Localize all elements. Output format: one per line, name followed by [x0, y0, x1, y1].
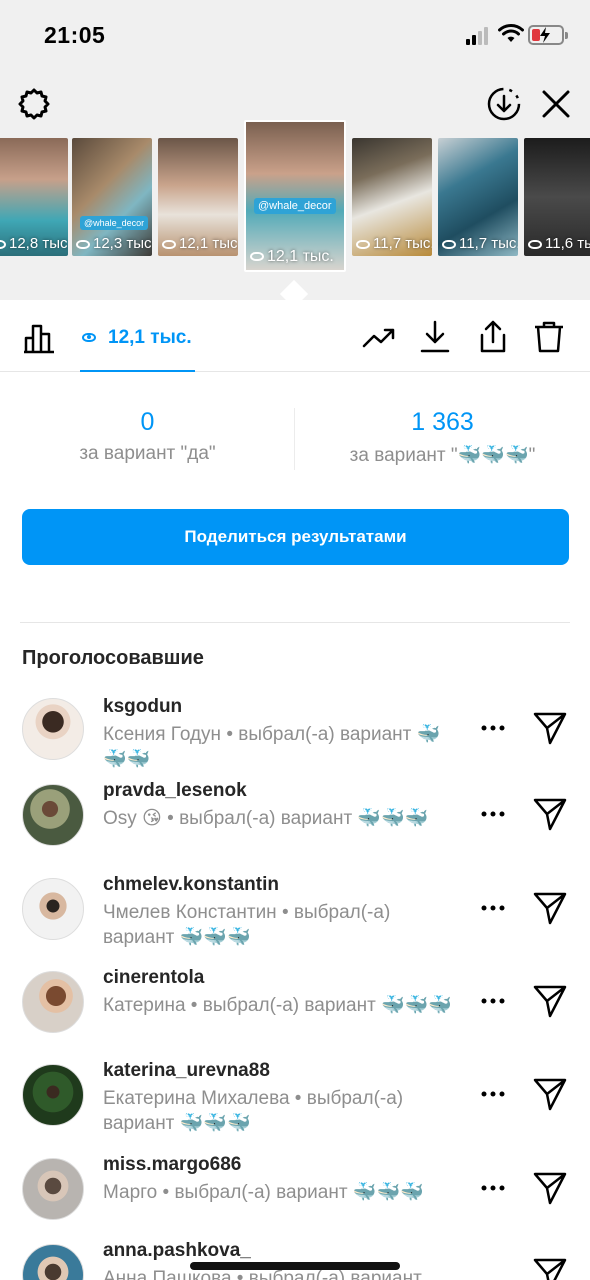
- save-story-download-icon[interactable]: [486, 86, 522, 122]
- story-header: 12,8 тыс. @whale_decor 12,3 тыс. 12,1 ты…: [0, 72, 590, 309]
- story-thumbnail[interactable]: @whale_decor 12,3 тыс.: [72, 138, 152, 256]
- story-thumbnail-selected[interactable]: @whale_decor 12,1 тыс.: [244, 120, 346, 272]
- voter-username[interactable]: chmelev.konstantin: [103, 874, 279, 896]
- story-views: 11,7 тыс.: [459, 235, 518, 252]
- avatar[interactable]: [22, 971, 84, 1033]
- avatar[interactable]: [22, 878, 84, 940]
- close-icon[interactable]: [538, 86, 574, 122]
- story-thumbnail[interactable]: 12,1 тыс.: [158, 138, 238, 256]
- voters-title: Проголосовавшие: [22, 647, 204, 669]
- voter-username[interactable]: anna.pashkova_: [103, 1240, 251, 1262]
- eye-icon: [162, 239, 176, 249]
- download-icon[interactable]: [418, 320, 452, 354]
- eye-icon: [442, 239, 456, 249]
- story-views: 11,6 тыс.: [545, 235, 590, 252]
- send-message-icon[interactable]: [532, 710, 568, 746]
- share-icon[interactable]: [476, 320, 510, 354]
- voter-username[interactable]: pravda_lesenok: [103, 780, 247, 802]
- send-message-icon[interactable]: [532, 1170, 568, 1206]
- promote-trend-icon[interactable]: [362, 320, 396, 354]
- share-results-button[interactable]: Поделиться результатами: [22, 509, 569, 565]
- voter-detail: Ксения Годун • выбрал(-а) вариант 🐳🐳🐳: [103, 724, 441, 770]
- insights-toolbar: 12,1 тыс.: [0, 300, 590, 372]
- eye-icon: [528, 239, 542, 249]
- eye-icon: [250, 252, 264, 262]
- story-views: 12,8 тыс.: [9, 235, 68, 252]
- voter-username[interactable]: miss.margo686: [103, 1154, 241, 1176]
- option-caption: за вариант "🐳🐳🐳": [349, 445, 536, 466]
- story-thumbnail[interactable]: 11,7 тыс.: [438, 138, 518, 256]
- voter-detail: Марго • выбрал(-а) вариант 🐳🐳🐳: [103, 1182, 424, 1203]
- more-options-icon[interactable]: [478, 1084, 508, 1104]
- send-message-icon[interactable]: [532, 1256, 568, 1280]
- eye-icon: [82, 333, 96, 342]
- story-thumbnail-strip: 12,8 тыс. @whale_decor 12,3 тыс. 12,1 ты…: [0, 120, 590, 276]
- story-thumbnail[interactable]: 11,6 тыс.: [524, 138, 590, 256]
- avatar[interactable]: [22, 1244, 84, 1280]
- story-views: 12,1 тыс.: [267, 248, 334, 265]
- more-options-icon[interactable]: [478, 898, 508, 918]
- voter-detail: Osy 😘 • выбрал(-а) вариант 🐳🐳🐳: [103, 808, 429, 829]
- story-views: 11,7 тыс.: [373, 235, 432, 252]
- story-views: 12,3 тыс.: [93, 235, 152, 252]
- battery-icon: [528, 25, 568, 45]
- insights-sheet: 12,1 тыс. 0 за вариант "да" 1 363 за вар…: [0, 300, 590, 1280]
- bar-chart-icon[interactable]: [22, 320, 56, 354]
- tab-views[interactable]: 12,1 тыс.: [80, 300, 195, 372]
- cellular-signal-icon: [466, 27, 492, 45]
- avatar[interactable]: [22, 1158, 84, 1220]
- mention-tag: @whale_decor: [254, 198, 336, 214]
- status-time: 21:05: [44, 22, 106, 48]
- poll-option-yes: 0 за вариант "да": [0, 408, 295, 465]
- send-message-icon[interactable]: [532, 983, 568, 1019]
- story-thumbnail[interactable]: 11,7 тыс.: [352, 138, 432, 256]
- option-caption: за вариант "да": [79, 443, 216, 464]
- option-count: 1 363: [411, 408, 474, 436]
- divider: [20, 622, 570, 623]
- voter-username[interactable]: katerina_urevna88: [103, 1060, 270, 1082]
- mention-tag: @whale_decor: [80, 216, 149, 230]
- wifi-icon: [498, 24, 524, 42]
- option-count: 0: [140, 408, 155, 436]
- poll-results: 0 за вариант "да" 1 363 за вариант "🐳🐳🐳": [0, 408, 590, 472]
- avatar[interactable]: [22, 698, 84, 760]
- send-message-icon[interactable]: [532, 890, 568, 926]
- story-views: 12,1 тыс.: [179, 235, 238, 252]
- voter-detail: Чмелев Константин • выбрал(-а) вариант 🐳…: [103, 902, 391, 948]
- eye-icon: [76, 239, 90, 249]
- more-options-icon[interactable]: [478, 1178, 508, 1198]
- voter-detail: Катерина • выбрал(-а) вариант 🐳🐳🐳: [103, 995, 453, 1016]
- delete-trash-icon[interactable]: [532, 320, 566, 354]
- poll-option-whales: 1 363 за вариант "🐳🐳🐳": [295, 408, 590, 467]
- avatar[interactable]: [22, 1064, 84, 1126]
- voter-detail: Екатерина Михалева • выбрал(-а) вариант …: [103, 1088, 404, 1134]
- settings-gear-icon[interactable]: [16, 86, 52, 122]
- more-options-icon[interactable]: [478, 991, 508, 1011]
- views-count: 12,1 тыс.: [108, 327, 192, 348]
- send-message-icon[interactable]: [532, 1076, 568, 1112]
- story-thumbnail[interactable]: 12,8 тыс.: [0, 138, 68, 256]
- eye-icon: [0, 239, 6, 249]
- send-message-icon[interactable]: [532, 796, 568, 832]
- status-bar: 21:05: [0, 0, 590, 72]
- more-options-icon[interactable]: [478, 718, 508, 738]
- eye-icon: [356, 239, 370, 249]
- voter-username[interactable]: ksgodun: [103, 696, 182, 718]
- more-options-icon[interactable]: [478, 804, 508, 824]
- voter-username[interactable]: cinerentola: [103, 967, 204, 989]
- home-indicator[interactable]: [190, 1262, 400, 1270]
- avatar[interactable]: [22, 784, 84, 846]
